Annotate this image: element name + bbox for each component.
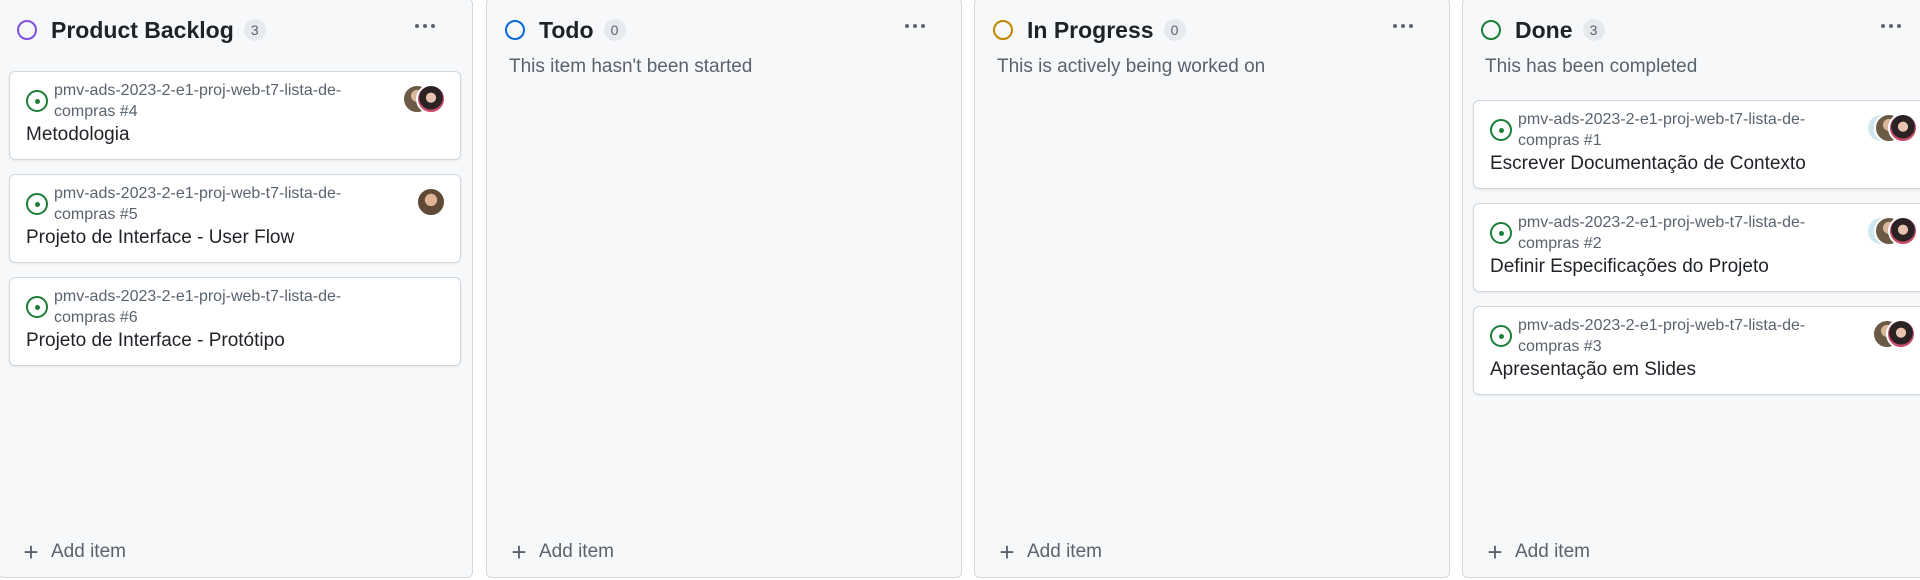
status-circle-icon (993, 20, 1013, 40)
plus-icon: + (511, 537, 527, 567)
column-product-backlog: Product Backlog 3 pmv-ads-2023-2-e1-proj… (0, 0, 473, 578)
item-count-badge: 3 (243, 19, 266, 41)
column-title: Product Backlog (51, 16, 234, 43)
column-title: Todo (539, 16, 594, 43)
column-header: Todo 0 (487, 0, 961, 61)
column-header: In Progress 0 (975, 0, 1449, 61)
avatar (416, 187, 446, 217)
column-menu-button[interactable] (1871, 11, 1911, 41)
column-description: This item hasn't been started (509, 56, 753, 77)
issue-opened-icon (1490, 222, 1512, 244)
issue-opened-icon (26, 90, 48, 112)
more-horizontal-icon (905, 24, 909, 28)
more-horizontal-icon (1393, 24, 1397, 28)
assignee-avatars[interactable] (1872, 319, 1920, 349)
card-title[interactable]: Definir Especificações do Projeto (1490, 256, 1769, 278)
card-title[interactable]: Apresentação em Slides (1490, 359, 1696, 381)
item-count-badge: 0 (603, 19, 626, 41)
add-item-button[interactable]: + Add item (509, 537, 614, 567)
add-item-label: Add item (1515, 541, 1590, 562)
issue-card[interactable]: pmv-ads-2023-2-e1-proj-web-t7-lista-de-c… (9, 71, 461, 160)
card-repo-ref[interactable]: pmv-ads-2023-2-e1-proj-web-t7-lista-de-c… (1518, 109, 1818, 151)
column-title: Done (1515, 16, 1573, 43)
column-header: Product Backlog 3 (0, 0, 472, 61)
issue-opened-icon (1490, 119, 1512, 141)
issue-card[interactable]: pmv-ads-2023-2-e1-proj-web-t7-lista-de-c… (1473, 100, 1920, 189)
card-repo-ref[interactable]: pmv-ads-2023-2-e1-proj-web-t7-lista-de-c… (54, 80, 354, 122)
status-circle-icon (17, 20, 37, 40)
assignee-avatars[interactable] (402, 84, 452, 114)
avatar (1886, 319, 1916, 349)
add-item-label: Add item (1027, 541, 1102, 562)
avatar (416, 84, 446, 114)
issue-card[interactable]: pmv-ads-2023-2-e1-proj-web-t7-lista-de-c… (1473, 306, 1920, 395)
more-horizontal-icon (415, 24, 419, 28)
issue-opened-icon (1490, 325, 1512, 347)
card-title[interactable]: Escrever Documentação de Contexto (1490, 153, 1806, 175)
card-title[interactable]: Metodologia (26, 124, 130, 146)
column-todo: Todo 0 This item hasn't been started + A… (486, 0, 962, 578)
column-description: This has been completed (1485, 56, 1698, 77)
status-circle-icon (505, 20, 525, 40)
avatar (1888, 113, 1918, 143)
add-item-button[interactable]: + Add item (1485, 537, 1590, 567)
add-item-button[interactable]: + Add item (21, 537, 126, 567)
assignee-avatars[interactable] (416, 187, 448, 217)
card-repo-ref[interactable]: pmv-ads-2023-2-e1-proj-web-t7-lista-de-c… (54, 183, 374, 225)
add-item-label: Add item (51, 541, 126, 562)
column-menu-button[interactable] (405, 11, 445, 41)
add-item-label: Add item (539, 541, 614, 562)
item-count-badge: 0 (1163, 19, 1186, 41)
plus-icon: + (1487, 537, 1503, 567)
card-title[interactable]: Projeto de Interface - Protótipo (26, 330, 285, 352)
project-board: Product Backlog 3 pmv-ads-2023-2-e1-proj… (0, 0, 1920, 580)
card-repo-ref[interactable]: pmv-ads-2023-2-e1-proj-web-t7-lista-de-c… (1518, 212, 1818, 254)
card-repo-ref[interactable]: pmv-ads-2023-2-e1-proj-web-t7-lista-de-c… (1518, 315, 1818, 357)
issue-card[interactable]: pmv-ads-2023-2-e1-proj-web-t7-lista-de-c… (9, 277, 461, 366)
column-menu-button[interactable] (1383, 11, 1423, 41)
column-title: In Progress (1027, 16, 1154, 43)
add-item-button[interactable]: + Add item (997, 537, 1102, 567)
issue-opened-icon (26, 296, 48, 318)
column-header: Done 3 (1463, 0, 1920, 61)
column-in-progress: In Progress 0 This is actively being wor… (974, 0, 1450, 578)
column-description: This is actively being worked on (997, 56, 1266, 77)
column-menu-button[interactable] (895, 11, 935, 41)
assignee-avatars[interactable] (1866, 113, 1920, 143)
issue-opened-icon (26, 193, 48, 215)
avatar (1888, 216, 1918, 246)
assignee-avatars[interactable] (1866, 216, 1920, 246)
issue-card[interactable]: pmv-ads-2023-2-e1-proj-web-t7-lista-de-c… (1473, 203, 1920, 292)
plus-icon: + (999, 537, 1015, 567)
column-done: Done 3 This has been completed pmv-ads-2… (1462, 0, 1920, 578)
item-count-badge: 3 (1582, 19, 1605, 41)
issue-card[interactable]: pmv-ads-2023-2-e1-proj-web-t7-lista-de-c… (9, 174, 461, 263)
more-horizontal-icon (1881, 24, 1885, 28)
card-title[interactable]: Projeto de Interface - User Flow (26, 227, 294, 249)
status-circle-icon (1481, 20, 1501, 40)
plus-icon: + (23, 537, 39, 567)
card-repo-ref[interactable]: pmv-ads-2023-2-e1-proj-web-t7-lista-de-c… (54, 286, 374, 328)
